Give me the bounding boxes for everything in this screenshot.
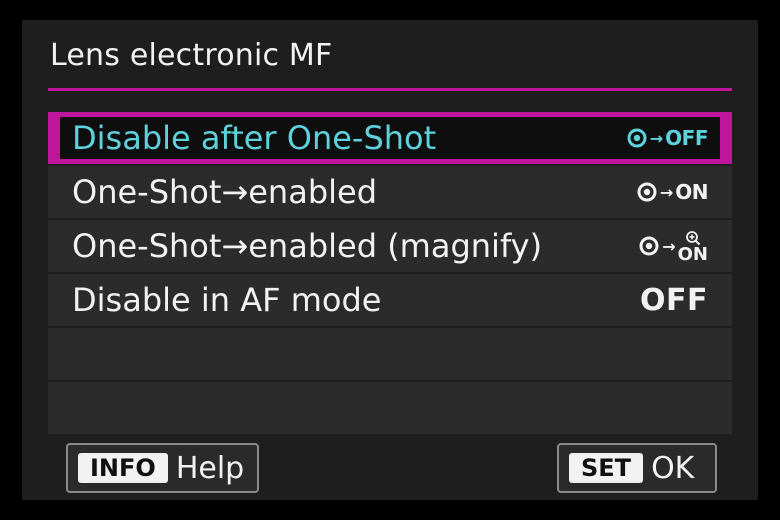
option-list: Disable after One-Shot → OFF One-Shot→en… [48, 112, 732, 436]
af-arrow-off-icon: → OFF [626, 126, 708, 150]
af-arrow-magnify-on-icon: → ON [638, 230, 708, 264]
option-one-shot-enabled-magnify[interactable]: One-Shot→enabled (magnify) → ON [48, 220, 732, 272]
title-divider [48, 88, 732, 91]
option-disable-in-af-mode[interactable]: Disable in AF mode OFF [48, 274, 732, 326]
empty-row [48, 328, 732, 380]
option-label: One-Shot→enabled [72, 173, 378, 211]
info-key: INFO [78, 453, 168, 483]
empty-row [48, 382, 732, 434]
ok-button[interactable]: SET OK [557, 443, 717, 493]
camera-menu-screen: Lens electronic MF Disable after One-Sho… [0, 0, 780, 520]
help-button[interactable]: INFO Help [66, 443, 259, 493]
option-label: One-Shot→enabled (magnify) [72, 227, 543, 265]
option-value: → ON [636, 166, 708, 218]
set-key: SET [569, 453, 644, 483]
page-title: Lens electronic MF [50, 38, 333, 73]
option-value: → OFF [626, 112, 708, 164]
help-label: Help [175, 450, 245, 486]
option-label: Disable after One-Shot [72, 119, 437, 157]
option-one-shot-enabled[interactable]: One-Shot→enabled → ON [48, 166, 732, 218]
option-value: OFF [640, 282, 708, 318]
option-value: → ON [638, 220, 708, 272]
option-disable-after-one-shot[interactable]: Disable after One-Shot → OFF [48, 112, 732, 164]
af-arrow-on-icon: → ON [636, 180, 708, 204]
option-label: Disable in AF mode [72, 281, 382, 319]
ok-label: OK [651, 450, 695, 486]
